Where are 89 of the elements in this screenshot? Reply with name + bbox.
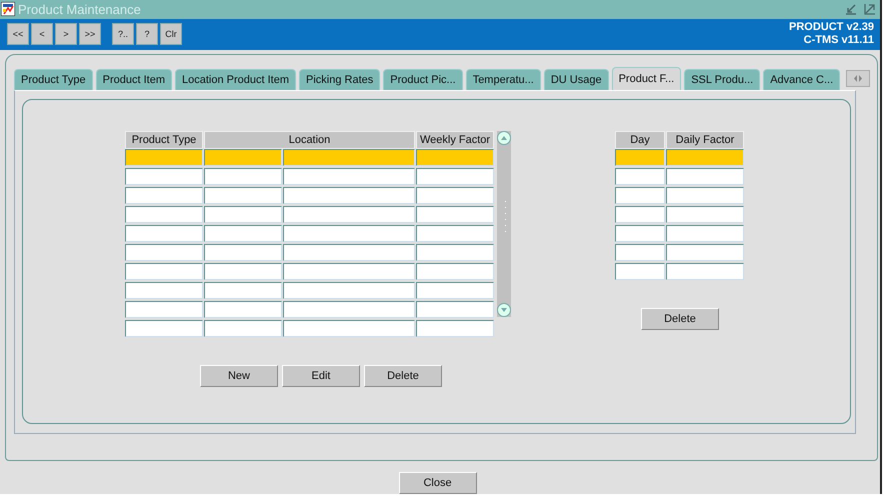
- table-cell[interactable]: [125, 282, 203, 300]
- tab[interactable]: Location Product Item: [174, 69, 296, 90]
- table-cell[interactable]: [416, 263, 494, 280]
- table-cell[interactable]: [615, 187, 665, 204]
- table-cell[interactable]: [666, 263, 744, 280]
- table-cell[interactable]: [416, 187, 494, 204]
- tab[interactable]: Product Type: [14, 69, 93, 90]
- action-button[interactable]: Delete: [641, 308, 719, 330]
- table-cell[interactable]: [666, 244, 744, 262]
- toolbar-button[interactable]: >>: [79, 23, 101, 46]
- table-cell[interactable]: [283, 206, 415, 224]
- table-cell[interactable]: [615, 244, 665, 262]
- table-cell[interactable]: [615, 149, 665, 166]
- tab[interactable]: Product F...: [612, 67, 682, 90]
- table-cell[interactable]: [283, 187, 415, 204]
- table-cell[interactable]: [204, 263, 282, 280]
- table-cell[interactable]: [416, 149, 494, 166]
- app-icon: [1, 2, 15, 16]
- table-cell[interactable]: [125, 206, 203, 224]
- table-cell[interactable]: [615, 168, 665, 186]
- tab[interactable]: Product Item: [96, 69, 172, 90]
- tab-scroll-icon[interactable]: [846, 70, 870, 88]
- version-label: PRODUCT v2.39: [789, 21, 874, 34]
- toolbar-button[interactable]: Clr: [160, 23, 182, 46]
- table-cell[interactable]: [204, 149, 282, 166]
- action-button[interactable]: Delete: [364, 365, 442, 388]
- tab[interactable]: Temperatu...: [466, 69, 541, 90]
- toolbar-button[interactable]: <: [31, 23, 53, 46]
- table-cell[interactable]: [125, 263, 203, 280]
- maximize-icon: [864, 3, 876, 16]
- close-button[interactable]: Close: [398, 472, 476, 494]
- table-cell[interactable]: [615, 225, 665, 242]
- scrollbar[interactable]: [497, 131, 511, 318]
- tab[interactable]: Advance C...: [763, 69, 840, 90]
- table-cell[interactable]: [204, 225, 282, 242]
- table-cell[interactable]: [666, 187, 744, 204]
- version-label: C-TMS v11.11: [802, 34, 874, 48]
- table-cell[interactable]: [615, 263, 665, 280]
- tab[interactable]: DU Usage: [544, 69, 609, 90]
- column-header: Daily Factor: [666, 131, 744, 150]
- tab[interactable]: Product Pic...: [383, 69, 463, 90]
- minimize-icon: [845, 3, 857, 16]
- toolbar-button[interactable]: ?: [136, 23, 158, 46]
- table-cell[interactable]: [125, 301, 203, 318]
- table-cell[interactable]: [416, 206, 494, 224]
- table-cell[interactable]: [125, 168, 203, 186]
- table-cell[interactable]: [416, 320, 494, 338]
- column-header: Product Type: [125, 131, 203, 150]
- action-button[interactable]: New: [200, 365, 278, 388]
- table-cell[interactable]: [666, 225, 744, 242]
- table-cell[interactable]: [283, 225, 415, 242]
- table-cell[interactable]: [204, 320, 282, 338]
- column-header: Weekly Factor: [416, 131, 494, 150]
- table-cell[interactable]: [283, 244, 415, 262]
- tab[interactable]: Picking Rates: [299, 69, 380, 90]
- toolbar-button[interactable]: ?..: [112, 23, 134, 46]
- table-cell[interactable]: [416, 282, 494, 300]
- table-cell[interactable]: [283, 168, 415, 186]
- table-cell[interactable]: [204, 206, 282, 224]
- table-cell[interactable]: [416, 301, 494, 318]
- table-cell[interactable]: [416, 225, 494, 242]
- table-cell[interactable]: [283, 282, 415, 300]
- table-cell[interactable]: [125, 225, 203, 242]
- table-cell[interactable]: [666, 168, 744, 186]
- table-cell[interactable]: [666, 149, 744, 166]
- table-cell[interactable]: [125, 149, 203, 166]
- table-cell[interactable]: [666, 206, 744, 224]
- table-cell[interactable]: [204, 282, 282, 300]
- table-cell[interactable]: [125, 187, 203, 204]
- table-cell[interactable]: [283, 263, 415, 280]
- column-header: Location: [204, 131, 415, 150]
- tab[interactable]: SSL Produ...: [684, 69, 760, 90]
- window-title: Product Maintenance: [18, 2, 141, 17]
- column-header: Day: [615, 131, 665, 150]
- table-cell[interactable]: [204, 168, 282, 186]
- table-cell[interactable]: [283, 301, 415, 318]
- table-cell[interactable]: [125, 244, 203, 262]
- table-cell[interactable]: [416, 244, 494, 262]
- table-cell[interactable]: [615, 206, 665, 224]
- action-button[interactable]: Edit: [282, 365, 360, 388]
- table-cell[interactable]: [125, 320, 203, 338]
- toolbar-button[interactable]: <<: [7, 23, 29, 46]
- table-cell[interactable]: [204, 187, 282, 204]
- table-cell[interactable]: [416, 168, 494, 186]
- table-cell[interactable]: [283, 320, 415, 338]
- table-cell[interactable]: [204, 301, 282, 318]
- table-cell[interactable]: [204, 244, 282, 262]
- table-cell[interactable]: [283, 149, 415, 166]
- toolbar-button[interactable]: >: [55, 23, 77, 46]
